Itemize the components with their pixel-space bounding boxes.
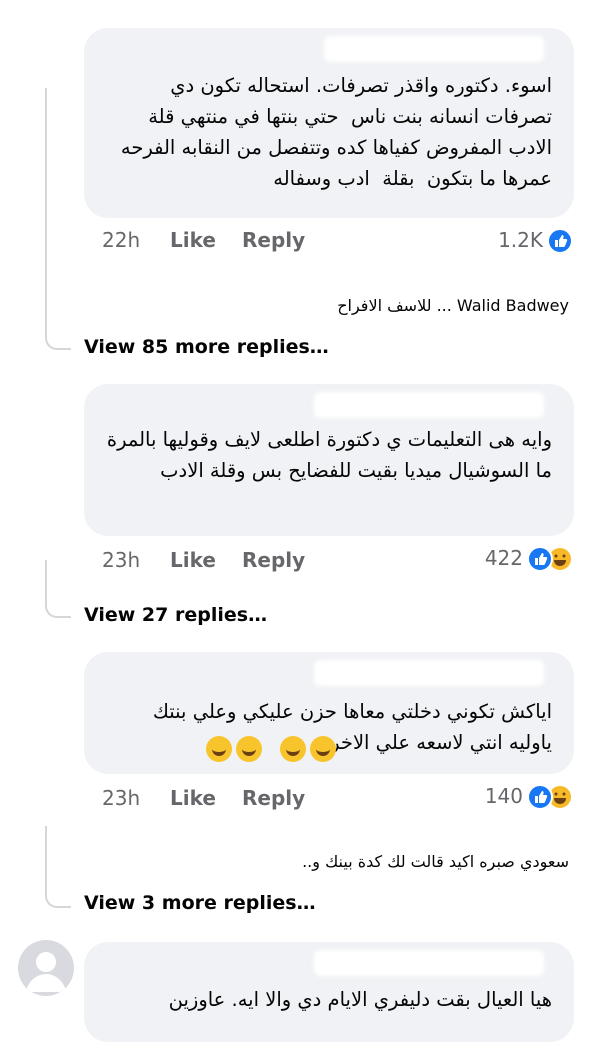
- author-name-redacted: [314, 392, 544, 418]
- reply-preview[interactable]: Walid Badwey ... للاسف الافراح: [169, 296, 569, 315]
- emoji-row: [206, 736, 336, 762]
- reply-button[interactable]: Reply: [242, 548, 305, 572]
- default-avatar-icon[interactable]: [18, 940, 74, 996]
- reply-preview[interactable]: سعودي صبره اكيد قالت لك كدة بينك و..: [169, 852, 569, 871]
- thread-elbow: [45, 290, 71, 350]
- like-button[interactable]: Like: [170, 786, 216, 810]
- comment-time[interactable]: 23h: [102, 786, 140, 810]
- like-button[interactable]: Like: [170, 548, 216, 572]
- thread-elbow: [45, 856, 71, 908]
- rolling-laughing-emoji: [310, 736, 336, 762]
- reaction-count[interactable]: 1.2K: [498, 228, 543, 252]
- comment-time[interactable]: 22h: [102, 228, 140, 252]
- comment-text: وايه هى التعليمات ي دكتورة اطلعى لايف وق…: [100, 428, 552, 482]
- reaction-count[interactable]: 140: [485, 784, 523, 808]
- comment-bubble[interactable]: هيا العيال بقت دليفري الايام دي والا ايه…: [84, 942, 574, 1042]
- thread-line: [45, 88, 47, 308]
- reply-button[interactable]: Reply: [242, 786, 305, 810]
- view-replies-button[interactable]: View 27 replies…: [84, 604, 267, 626]
- like-reaction-icon[interactable]: [527, 784, 553, 810]
- like-reaction-icon[interactable]: [547, 228, 573, 254]
- comment-text: هيا العيال بقت دليفري الايام دي والا ايه…: [168, 988, 552, 1011]
- author-name-redacted: [314, 660, 544, 686]
- author-name-redacted: [324, 36, 544, 62]
- reply-button[interactable]: Reply: [242, 228, 305, 252]
- comment-bubble[interactable]: اياكش تكوني دخلتي معاها حزن عليكي وعلي ب…: [84, 652, 574, 774]
- thread-elbow: [45, 560, 71, 618]
- like-button[interactable]: Like: [170, 228, 216, 252]
- rolling-laughing-emoji: [236, 736, 262, 762]
- comment-bubble[interactable]: اسوء. دكتوره واقذر تصرفات. استحاله تكون …: [84, 28, 574, 218]
- comment-text: اسوء. دكتوره واقذر تصرفات. استحاله تكون …: [114, 74, 552, 190]
- comment-time[interactable]: 23h: [102, 548, 140, 572]
- view-more-replies-button[interactable]: View 85 more replies…: [84, 336, 329, 358]
- author-name-redacted: [314, 950, 544, 976]
- rolling-laughing-emoji: [280, 736, 306, 762]
- comment-bubble[interactable]: وايه هى التعليمات ي دكتورة اطلعى لايف وق…: [84, 384, 574, 536]
- reaction-count[interactable]: 422: [485, 546, 523, 570]
- rolling-laughing-emoji: [206, 736, 232, 762]
- view-more-replies-button[interactable]: View 3 more replies…: [84, 892, 316, 914]
- like-reaction-icon[interactable]: [527, 546, 553, 572]
